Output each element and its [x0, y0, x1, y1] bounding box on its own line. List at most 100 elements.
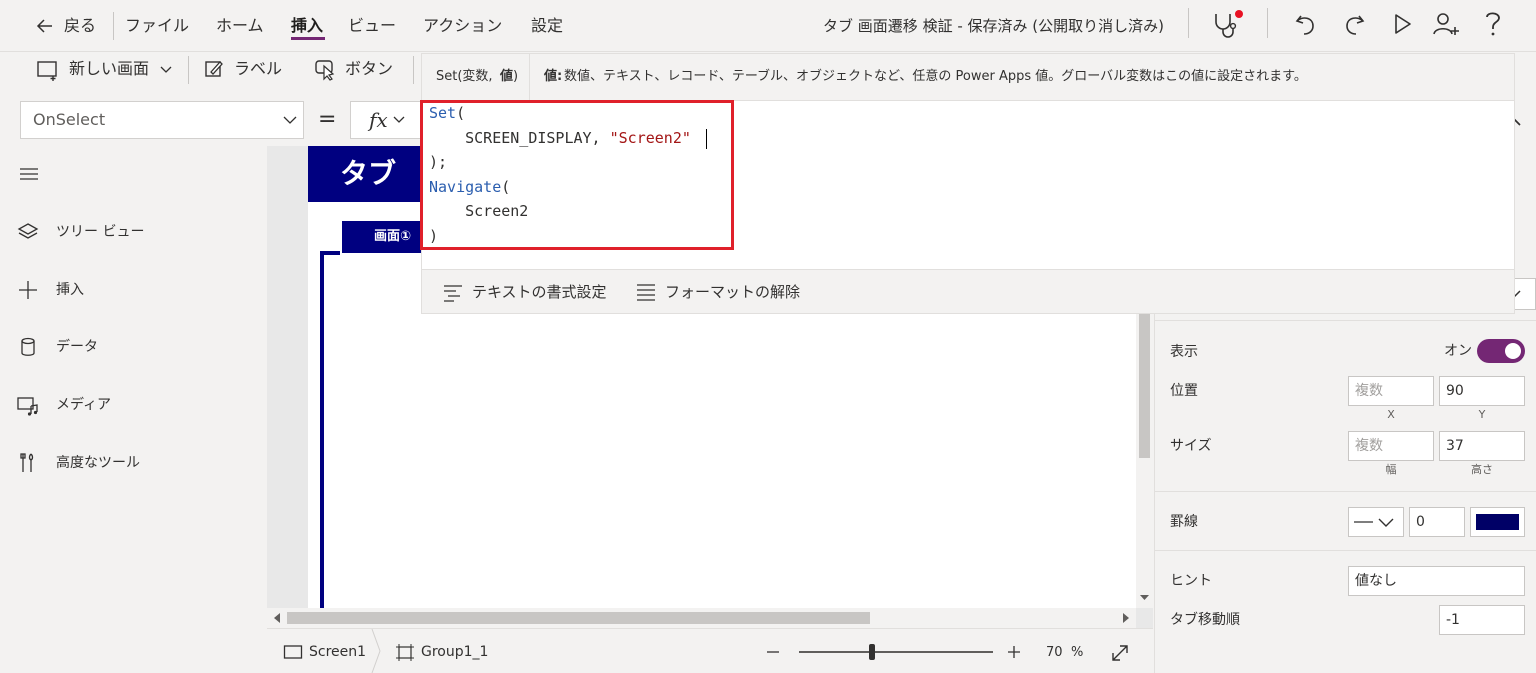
- hamburger-button[interactable]: [18, 164, 42, 184]
- edit-label-icon: [205, 61, 223, 77]
- function-signature-hint: Set(変数, 値 ) 値: 数値、テキスト、レコード、テーブル、オブジェクトな…: [421, 53, 1515, 101]
- app-checker-button[interactable]: [1212, 8, 1246, 40]
- preview-button[interactable]: [1388, 10, 1416, 38]
- undo-icon: [1295, 15, 1314, 35]
- visible-state-label: オン: [1444, 343, 1472, 359]
- insert-label-button[interactable]: ラベル: [204, 56, 294, 82]
- scroll-right-arrow-icon[interactable]: [1118, 608, 1134, 628]
- breadcrumb-group[interactable]: Group1_1: [395, 640, 495, 664]
- toggle-knob: [1505, 343, 1521, 359]
- border-color-swatch: [1476, 514, 1519, 530]
- nav-label: データ: [56, 339, 98, 355]
- share-button[interactable]: [1432, 10, 1462, 38]
- tab-order-label: タブ移動順: [1170, 612, 1240, 628]
- play-icon: [1395, 14, 1411, 34]
- divider: [529, 54, 530, 100]
- stethoscope-icon: [1215, 10, 1243, 38]
- fx-icon: fx: [369, 108, 388, 132]
- new-screen-icon: [37, 61, 57, 81]
- plus-icon: [1008, 646, 1020, 658]
- chevron-down-icon: [393, 116, 405, 123]
- hint-input[interactable]: 値なし: [1348, 566, 1525, 596]
- position-label: 位置: [1170, 383, 1198, 399]
- border-color-picker[interactable]: [1470, 507, 1525, 537]
- hamburger-icon: [20, 168, 38, 180]
- nav-insert[interactable]: 挿入: [16, 275, 216, 305]
- nav-data[interactable]: データ: [16, 332, 216, 362]
- y-caption: Y: [1478, 408, 1486, 421]
- menu-home[interactable]: ホーム: [216, 14, 264, 38]
- border-width-input[interactable]: 0: [1409, 507, 1465, 537]
- nav-label: 高度なツール: [56, 455, 140, 471]
- scroll-down-arrow-icon[interactable]: [1136, 590, 1153, 604]
- fx-button[interactable]: fx: [350, 101, 422, 139]
- remove-format-icon: [637, 284, 655, 301]
- button-cursor-icon: [315, 60, 335, 81]
- zoom-unit: %: [1071, 645, 1084, 660]
- add-person-icon: [1433, 13, 1459, 35]
- scrollbar-thumb[interactable]: [287, 612, 870, 624]
- tab-order-input[interactable]: -1: [1439, 605, 1525, 635]
- hint-label: ヒント: [1170, 573, 1212, 589]
- nav-advanced-tools[interactable]: 高度なツール: [16, 448, 216, 478]
- highlight-box: [420, 100, 734, 250]
- format-text-icon: [444, 285, 462, 302]
- breadcrumb-separator-icon: [371, 629, 381, 673]
- signature-text: Set(変数,: [436, 69, 493, 84]
- position-y-input[interactable]: 90: [1439, 376, 1525, 406]
- param-description: 数値、テキスト、レコード、テーブル、オブジェクトなど、任意の Power App…: [564, 69, 1307, 84]
- zoom-value: 70: [1046, 645, 1063, 660]
- format-text-button[interactable]: テキストの書式設定: [442, 281, 607, 303]
- new-screen-label: 新しい画面: [69, 59, 150, 78]
- new-screen-button[interactable]: 新しい画面: [36, 56, 176, 82]
- divider: [113, 12, 114, 40]
- property-dropdown[interactable]: OnSelect: [20, 101, 304, 139]
- signature-close-paren: ): [513, 69, 519, 84]
- menu-action[interactable]: アクション: [423, 14, 502, 38]
- zoom-in-button[interactable]: [1005, 642, 1023, 662]
- size-height-input[interactable]: 37: [1439, 431, 1525, 461]
- signature-current-param: 値: [500, 69, 514, 84]
- breadcrumb-screen-label: Screen1: [309, 644, 367, 660]
- remove-format-button[interactable]: フォーマットの解除: [635, 281, 800, 303]
- nav-media[interactable]: メディア: [16, 390, 216, 420]
- menu-insert[interactable]: 挿入: [291, 14, 323, 38]
- zoom-slider-thumb[interactable]: [869, 644, 875, 660]
- menu-file[interactable]: ファイル: [125, 14, 189, 38]
- help-button[interactable]: [1480, 8, 1506, 38]
- back-label: 戻る: [64, 16, 97, 35]
- size-width-input[interactable]: 複数: [1348, 431, 1434, 461]
- visible-toggle[interactable]: [1477, 339, 1525, 363]
- scroll-left-arrow-icon[interactable]: [269, 608, 285, 628]
- app-title-text: タブ: [340, 157, 397, 190]
- position-x-input[interactable]: 複数: [1348, 376, 1434, 406]
- divider: [1155, 320, 1536, 321]
- horizontal-scrollbar[interactable]: [267, 608, 1136, 628]
- height-caption: 高さ: [1471, 463, 1493, 476]
- question-mark-icon: [1486, 12, 1500, 36]
- label-label: ラベル: [234, 59, 283, 78]
- redo-button[interactable]: [1340, 10, 1368, 38]
- nav-label: ツリー ビュー: [56, 224, 145, 240]
- menu-view[interactable]: ビュー: [348, 14, 396, 38]
- property-value: OnSelect: [33, 110, 106, 129]
- fit-to-window-button[interactable]: [1109, 640, 1131, 664]
- tab-label: 画面①: [374, 229, 412, 244]
- group-icon: [396, 644, 414, 661]
- chevron-down-icon: [160, 66, 172, 73]
- breadcrumb-screen[interactable]: Screen1: [283, 640, 373, 664]
- menu-settings[interactable]: 設定: [531, 14, 563, 38]
- screen-icon: [283, 645, 303, 659]
- remove-format-label: フォーマットの解除: [665, 283, 801, 301]
- back-button[interactable]: 戻る: [34, 14, 104, 38]
- visible-label: 表示: [1170, 344, 1198, 360]
- zoom-slider-track: [799, 651, 993, 653]
- undo-button[interactable]: [1292, 10, 1320, 38]
- equals-sign: =: [318, 107, 337, 132]
- tab-frame-border: [320, 251, 340, 608]
- border-style-dropdown[interactable]: [1348, 507, 1404, 537]
- nav-tree-view[interactable]: ツリー ビュー: [16, 217, 216, 247]
- zoom-out-button[interactable]: [764, 642, 782, 662]
- zoom-slider[interactable]: [799, 642, 993, 662]
- insert-button-button[interactable]: ボタン: [314, 56, 404, 82]
